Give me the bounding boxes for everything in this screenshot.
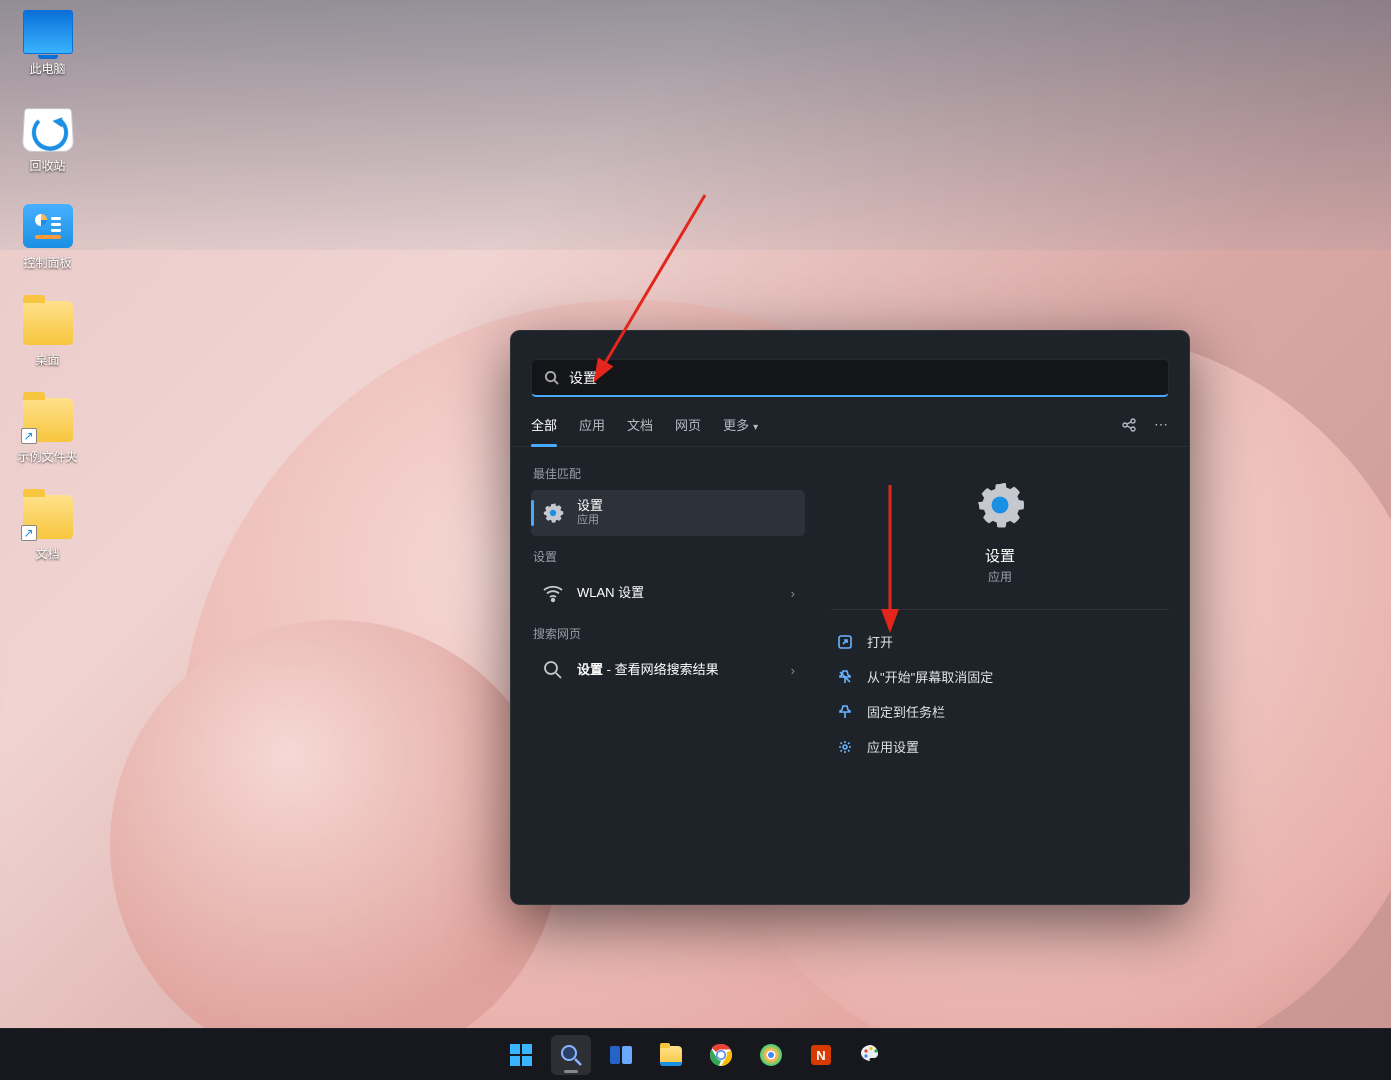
section-title-settings: 设置 bbox=[533, 548, 805, 565]
result-subtitle: 应用 bbox=[577, 514, 795, 528]
action-label: 打开 bbox=[867, 632, 893, 651]
result-search-web[interactable]: 设置 - 查看网络搜索结果 › bbox=[531, 650, 805, 690]
start-search-popup: 全部 应用 文档 网页 更多 ▾ ⋯ 最佳匹配 设置 应用 设置 bbox=[510, 330, 1190, 905]
section-title-search-web: 搜索网页 bbox=[533, 625, 805, 642]
more-icon[interactable]: ⋯ bbox=[1153, 417, 1169, 433]
desktop-icon-desktop-folder[interactable]: 桌面 bbox=[10, 301, 85, 368]
action-label: 从"开始"屏幕取消固定 bbox=[867, 667, 993, 686]
gear-icon bbox=[972, 477, 1028, 533]
desktop-icon-label: 控制面板 bbox=[10, 254, 85, 271]
preview-title: 设置 bbox=[985, 545, 1015, 566]
preview-subtitle: 应用 bbox=[988, 568, 1012, 585]
desktop-icon-recycle-bin[interactable]: 回收站 bbox=[10, 107, 85, 174]
tab-documents[interactable]: 文档 bbox=[627, 415, 653, 446]
svg-text:N: N bbox=[816, 1048, 825, 1063]
wallpaper-shape bbox=[110, 620, 560, 1070]
wallpaper-dark-overlay bbox=[0, 0, 1391, 250]
desktop-icon-label: 回收站 bbox=[10, 157, 85, 174]
action-label: 固定到任务栏 bbox=[867, 702, 945, 721]
desktop-icon-sample-folder[interactable]: ↗ 示例文件夹 bbox=[10, 398, 85, 465]
tab-web[interactable]: 网页 bbox=[675, 415, 701, 446]
search-box[interactable] bbox=[531, 359, 1169, 397]
desktop-icon-documents-folder[interactable]: ↗ 文档 bbox=[10, 495, 85, 562]
tab-all[interactable]: 全部 bbox=[531, 415, 557, 446]
gear-icon bbox=[837, 739, 853, 755]
section-title-best-match: 最佳匹配 bbox=[533, 465, 805, 482]
monitor-icon bbox=[23, 10, 73, 54]
shortcut-overlay-icon: ↗ bbox=[21, 525, 37, 541]
search-preview-column: 设置 应用 打开 从"开始"屏幕取消固定 固定到任务栏 应用设 bbox=[811, 447, 1189, 896]
unpin-icon bbox=[837, 669, 853, 685]
taskbar-chrome-button[interactable] bbox=[701, 1035, 741, 1075]
folder-icon: ↗ bbox=[23, 398, 73, 442]
taskbar-file-explorer-button[interactable] bbox=[651, 1035, 691, 1075]
folder-icon bbox=[658, 1042, 684, 1068]
result-title: 设置 - 查看网络搜索结果 bbox=[577, 662, 779, 678]
action-pin-taskbar[interactable]: 固定到任务栏 bbox=[831, 694, 1169, 729]
search-results-column: 最佳匹配 设置 应用 设置 WLAN 设置 › 搜索 bbox=[511, 447, 811, 896]
open-icon bbox=[837, 634, 853, 650]
action-label: 应用设置 bbox=[867, 737, 919, 756]
result-wlan-settings[interactable]: WLAN 设置 › bbox=[531, 573, 805, 613]
desktop-icon-label: 桌面 bbox=[10, 351, 85, 368]
search-icon bbox=[544, 370, 559, 385]
taskbar-search-button[interactable] bbox=[551, 1035, 591, 1075]
desktop-icon-label: 文档 bbox=[10, 545, 85, 562]
desktop-icon-label: 此电脑 bbox=[10, 60, 85, 77]
folder-icon bbox=[23, 301, 73, 345]
taskbar-office-button[interactable]: N bbox=[801, 1035, 841, 1075]
tab-label: 更多 bbox=[723, 418, 749, 433]
tab-more[interactable]: 更多 ▾ bbox=[723, 415, 758, 446]
recycle-bin-icon bbox=[21, 108, 74, 152]
desktop-icon-label: 示例文件夹 bbox=[10, 448, 85, 465]
action-app-settings[interactable]: 应用设置 bbox=[831, 729, 1169, 764]
taskbar-start-button[interactable] bbox=[501, 1035, 541, 1075]
search-icon bbox=[541, 658, 565, 682]
result-title: 设置 bbox=[577, 498, 795, 514]
result-title: WLAN 设置 bbox=[577, 585, 779, 601]
taskbar-task-view-button[interactable] bbox=[601, 1035, 641, 1075]
folder-icon: ↗ bbox=[23, 495, 73, 539]
action-unpin-start[interactable]: 从"开始"屏幕取消固定 bbox=[831, 659, 1169, 694]
control-panel-icon bbox=[23, 204, 73, 248]
taskbar-paint-button[interactable] bbox=[851, 1035, 891, 1075]
share-icon[interactable] bbox=[1121, 417, 1137, 433]
desktop-icon-this-pc[interactable]: 此电脑 bbox=[10, 10, 85, 77]
action-open[interactable]: 打开 bbox=[831, 624, 1169, 659]
taskbar: N bbox=[0, 1028, 1391, 1080]
pin-icon bbox=[837, 704, 853, 720]
gear-icon bbox=[541, 501, 565, 525]
tab-apps[interactable]: 应用 bbox=[579, 415, 605, 446]
desktop-icon-control-panel[interactable]: 控制面板 bbox=[10, 204, 85, 271]
chevron-down-icon: ▾ bbox=[753, 422, 758, 433]
shortcut-overlay-icon: ↗ bbox=[21, 428, 37, 444]
chevron-right-icon: › bbox=[791, 586, 795, 601]
result-best-match-settings[interactable]: 设置 应用 bbox=[531, 490, 805, 536]
chevron-right-icon: › bbox=[791, 663, 795, 678]
search-tabs: 全部 应用 文档 网页 更多 ▾ ⋯ bbox=[511, 397, 1189, 447]
taskbar-chrome-canary-button[interactable] bbox=[751, 1035, 791, 1075]
search-input[interactable] bbox=[569, 370, 1156, 386]
wifi-icon bbox=[541, 581, 565, 605]
